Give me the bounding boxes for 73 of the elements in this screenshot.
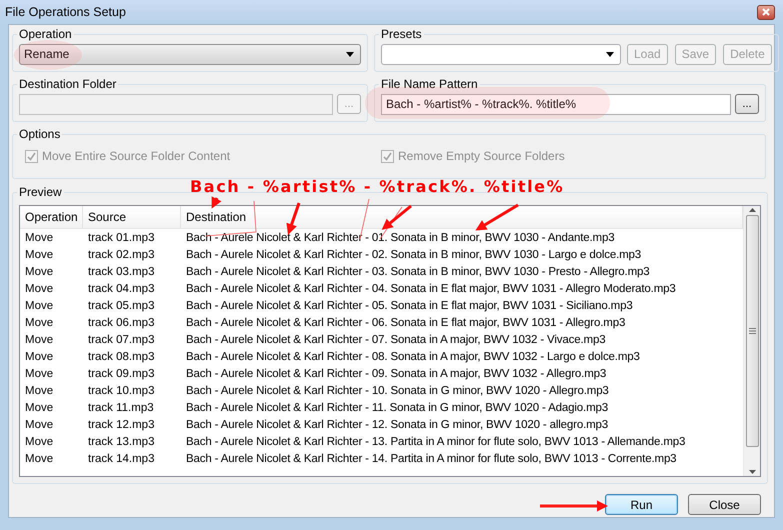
table-cell-text: track 12.mp3 xyxy=(87,418,156,430)
table-cell-text: Move xyxy=(24,266,54,278)
table-cell-text: Bach - Aurele Nicolet & Karl Richter - 08. Sonata in A major, BWV 1032 - Largo e dolce.mp3 xyxy=(185,350,641,362)
scrollbar[interactable] xyxy=(743,206,760,476)
operation-dropdown[interactable]: Rename xyxy=(19,44,361,64)
table-cell-text: track 01.mp3 xyxy=(87,232,156,244)
table-cell-text: Move xyxy=(24,350,54,362)
table-cell-text: Bach - Aurele Nicolet & Karl Richter - 12. Sonata in G minor, BWV 1020 - allegro.mp3 xyxy=(185,418,610,430)
table-cell-text: Move xyxy=(24,334,54,346)
table-cell-text: Move xyxy=(24,402,54,414)
annotation-text: Bach - %artist% - %track%. %title% xyxy=(190,177,564,196)
arrow xyxy=(382,204,412,230)
group-label: Preview xyxy=(19,185,62,199)
scroll-up-icon[interactable] xyxy=(748,208,756,212)
table-cell-text: track 04.mp3 xyxy=(87,282,156,294)
arrow xyxy=(540,500,608,512)
group-label: Destination Folder xyxy=(19,77,116,91)
table-cell-text: Bach - Aurele Nicolet & Karl Richter - 05. Sonata in E flat major, BWV 1031 - Siciliano.mp3 xyxy=(185,300,634,312)
group-label: Options xyxy=(19,127,60,141)
table-cell-text: track 11.mp3 xyxy=(87,402,155,414)
checkbox-label: Move Entire Source Folder Content xyxy=(42,149,230,163)
table-cell-text: Bach - Aurele Nicolet & Karl Richter - 11. Sonata in G minor, BWV 1020 - Adagio.mp3 xyxy=(185,402,609,414)
column-header[interactable]: Source xyxy=(83,206,181,228)
scroll-down-icon[interactable] xyxy=(748,470,756,474)
table-cell-text: Bach - Aurele Nicolet & Karl Richter - 06. Sonata in E flat major, BWV 1031 - Allegro.mp3 xyxy=(185,316,626,328)
table-cell-text: Move xyxy=(24,300,54,312)
table-cell-text: track 09.mp3 xyxy=(87,368,156,380)
caret-icon xyxy=(346,52,354,56)
group-label: File Name Pattern xyxy=(381,77,478,91)
close-icon xyxy=(762,8,770,16)
table-cell-text: Move xyxy=(24,418,54,430)
table-cell-text: Bach - Aurele Nicolet & Karl Richter - 14. Partita in A minor for flute solo, BWV 1013 - Corrente.mp3 xyxy=(185,452,678,464)
dialog-button[interactable]: Run xyxy=(605,494,678,515)
table-cell-text: Move xyxy=(24,368,54,380)
table-cell-text: track 13.mp3 xyxy=(87,436,156,448)
group-label: Presets xyxy=(381,27,422,41)
arrow xyxy=(475,204,519,231)
grip-icon xyxy=(748,328,756,334)
table-cell-text: Bach - Aurele Nicolet & Karl Richter - 01. Sonata in B minor, BWV 1030 - Andante.mp3 xyxy=(185,232,616,244)
table-cell-text: Bach - Aurele Nicolet & Karl Richter - 02. Sonata in B minor, BWV 1030 - Largo e dolce.mp3 xyxy=(185,248,642,260)
table-cell-text: track 10.mp3 xyxy=(87,384,156,396)
table-cell-text: Bach - Aurele Nicolet & Karl Richter - 04. Sonata in E flat major, BWV 1031 - Allegro Moderato.mp3 xyxy=(185,282,677,294)
browse-button[interactable]: ... xyxy=(735,94,759,114)
table-cell-text: track 03.mp3 xyxy=(87,266,156,278)
table-cell-text: track 02.mp3 xyxy=(87,248,156,260)
table-cell-text: Bach - Aurele Nicolet & Karl Richter - 03. Sonata in B minor, BWV 1030 - Presto - Allegro.mp3 xyxy=(185,266,651,278)
input-field[interactable]: Bach - %artist% - %track%. %title% xyxy=(381,94,731,114)
table-cell-text: track 14.mp3 xyxy=(87,452,156,464)
table-cell-text: Move xyxy=(24,436,54,448)
table-cell-text: Move xyxy=(24,316,54,328)
table-cell-text: Bach - Aurele Nicolet & Karl Richter - 13. Partita in A minor for flute solo, BWV 1013 - Allemande.mp3 xyxy=(185,436,686,448)
window-title: File Operations Setup xyxy=(5,5,126,19)
arrow xyxy=(212,196,222,209)
table-cell-text: Move xyxy=(24,282,54,294)
table-cell-text: track 05.mp3 xyxy=(87,300,156,312)
table-cell-text: track 08.mp3 xyxy=(87,350,156,362)
close-button[interactable] xyxy=(757,4,775,20)
column-header[interactable]: Operation xyxy=(20,206,83,228)
table-cell-text: Move xyxy=(24,232,54,244)
table-cell-text: Move xyxy=(24,248,54,260)
table-cell-text: Bach - Aurele Nicolet & Karl Richter - 07. Sonata in A major, BWV 1032 - Vivace.mp3 xyxy=(185,334,606,346)
table-cell-text: track 07.mp3 xyxy=(87,334,156,346)
presets-dropdown[interactable] xyxy=(381,44,621,64)
checkbox-label: Remove Empty Source Folders xyxy=(398,149,565,163)
caret-icon xyxy=(606,52,614,56)
table-cell-text: Move xyxy=(24,384,54,396)
dialog-button[interactable]: Close xyxy=(688,494,761,515)
table-cell-text: Bach - Aurele Nicolet & Karl Richter - 09. Sonata in A major, BWV 1032 - Allegro.mp3 xyxy=(185,368,608,380)
table-cell-text: track 06.mp3 xyxy=(87,316,156,328)
table-cell-text: Move xyxy=(24,452,54,464)
table-cell-text: Bach - Aurele Nicolet & Karl Richter - 10. Sonata in G minor, BWV 1020 - Allegro.mp3 xyxy=(185,384,610,396)
group-label: Operation xyxy=(19,27,72,41)
highlight-ellipse xyxy=(14,40,82,70)
